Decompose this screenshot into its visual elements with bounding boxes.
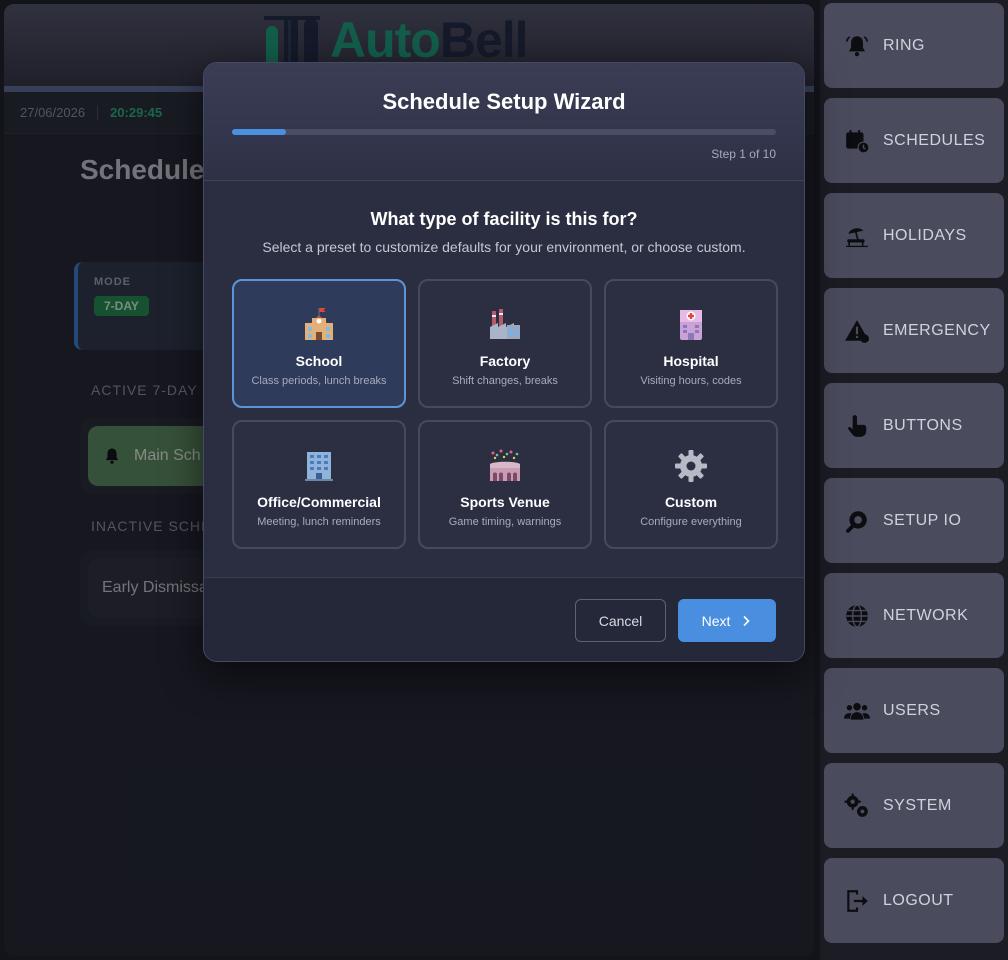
- facility-option-hospital[interactable]: Hospital Visiting hours, codes: [604, 279, 778, 408]
- facility-options-grid: School Class periods, lunch breaks Facto…: [232, 279, 778, 549]
- sidebar-item-label: SETUP IO: [883, 511, 962, 529]
- sidebar-item-label: HOLIDAYS: [883, 226, 967, 244]
- facility-option-desc: Shift changes, breaks: [452, 375, 558, 387]
- sidebar-item-setup-io[interactable]: SETUP IO: [824, 478, 1004, 563]
- facility-option-desc: Configure everything: [640, 516, 742, 528]
- sidebar-item-label: RING: [883, 36, 925, 54]
- users-icon: [844, 698, 870, 724]
- facility-option-office-commercial[interactable]: Office/Commercial Meeting, lunch reminde…: [232, 420, 406, 549]
- sidebar-item-label: BUTTONS: [883, 416, 963, 434]
- sidebar-item-logout[interactable]: LOGOUT: [824, 858, 1004, 943]
- facility-option-desc: Game timing, warnings: [448, 516, 562, 528]
- school-icon: [305, 308, 333, 340]
- sidebar-item-label: SYSTEM: [883, 796, 952, 814]
- sidebar-item-users[interactable]: USERS: [824, 668, 1004, 753]
- wizard-question: What type of facility is this for?: [370, 209, 638, 229]
- facility-option-school[interactable]: School Class periods, lunch breaks: [232, 279, 406, 408]
- next-button[interactable]: Next: [678, 599, 776, 642]
- sidebar-item-label: USERS: [883, 701, 941, 719]
- office-building-icon: [305, 452, 333, 481]
- facility-option-name: Factory: [479, 353, 531, 369]
- hospital-icon: [680, 310, 702, 340]
- wizard-step-indicator: Step 1 of 10: [711, 147, 776, 161]
- sidebar-item-label: SCHEDULES: [883, 131, 986, 149]
- wrench-gear-icon: [844, 508, 870, 534]
- door-exit-icon: [844, 888, 870, 914]
- wizard-subtext: Select a preset to customize defaults fo…: [262, 239, 746, 255]
- facility-option-desc: Visiting hours, codes: [640, 375, 742, 387]
- facility-option-desc: Class periods, lunch breaks: [251, 375, 387, 387]
- facility-option-name: Office/Commercial: [257, 494, 381, 510]
- umbrella-beach-icon: [844, 223, 870, 249]
- facility-option-custom[interactable]: Custom Configure everything: [604, 420, 778, 549]
- gear-icon: [675, 450, 707, 482]
- wizard-title: Schedule Setup Wizard: [382, 89, 626, 114]
- next-button-label: Next: [701, 612, 731, 629]
- sidebar-nav: RING SCHEDULES HOLIDAYS EMERGENCY BUTTON…: [824, 3, 1004, 953]
- sidebar-item-network[interactable]: NETWORK: [824, 573, 1004, 658]
- sidebar-item-system[interactable]: SYSTEM: [824, 763, 1004, 848]
- facility-option-name: Hospital: [663, 353, 719, 369]
- facility-option-desc: Meeting, lunch reminders: [257, 516, 381, 528]
- sidebar-item-label: EMERGENCY: [883, 321, 991, 339]
- stadium-icon: [490, 449, 520, 481]
- sidebar-item-ring[interactable]: RING: [824, 3, 1004, 88]
- sidebar-item-label: LOGOUT: [883, 891, 954, 909]
- wizard-progress-fill: [232, 129, 287, 135]
- facility-option-name: Sports Venue: [460, 494, 550, 510]
- wizard-progress-bar: [232, 129, 776, 135]
- house-warning-icon: [844, 318, 870, 344]
- hand-pointer-icon: [844, 413, 870, 439]
- chevron-right-icon: [743, 615, 751, 626]
- cancel-button[interactable]: Cancel: [575, 599, 666, 642]
- schedule-setup-wizard-dialog: Schedule Setup Wizard Step 1 of 10 What …: [203, 62, 805, 662]
- wizard-header: Schedule Setup Wizard Step 1 of 10: [204, 63, 804, 181]
- facility-option-sports-venue[interactable]: Sports Venue Game timing, warnings: [418, 420, 592, 549]
- sidebar-item-schedules[interactable]: SCHEDULES: [824, 98, 1004, 183]
- factory-icon: [490, 309, 520, 339]
- facility-option-name: School: [295, 353, 343, 369]
- facility-option-name: Custom: [664, 494, 718, 510]
- bell-ringing-icon: [844, 33, 870, 59]
- sidebar-item-buttons[interactable]: BUTTONS: [824, 383, 1004, 468]
- sidebar-item-holidays[interactable]: HOLIDAYS: [824, 193, 1004, 278]
- sidebar-item-label: NETWORK: [883, 606, 969, 624]
- calendar-clock-icon: [844, 128, 870, 154]
- facility-option-factory[interactable]: Factory Shift changes, breaks: [418, 279, 592, 408]
- gears-icon: [844, 793, 870, 819]
- sidebar-item-emergency[interactable]: EMERGENCY: [824, 288, 1004, 373]
- wizard-footer: Cancel Next: [204, 577, 804, 661]
- globe-icon: [844, 603, 870, 629]
